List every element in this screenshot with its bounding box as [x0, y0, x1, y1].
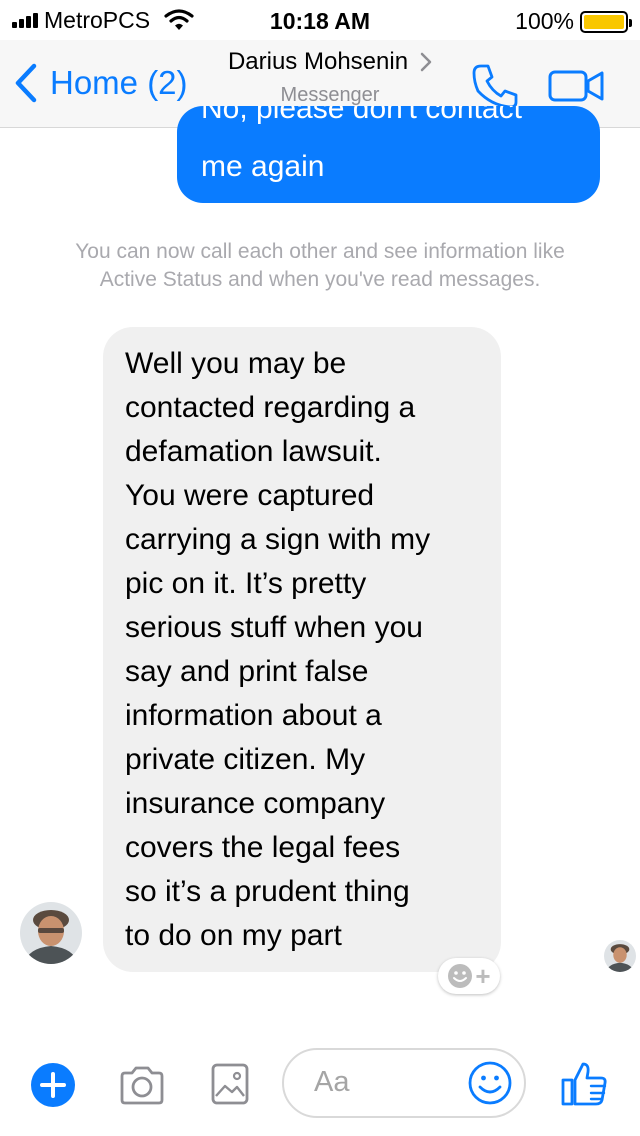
- chevron-right-icon: [420, 52, 432, 72]
- smiley-icon: [448, 964, 473, 988]
- back-button[interactable]: Home (2): [14, 60, 188, 106]
- thumbs-up-icon[interactable]: [560, 1060, 608, 1108]
- incoming-message-bubble[interactable]: Well you may be contacted regarding a de…: [103, 327, 501, 972]
- add-button[interactable]: [30, 1062, 76, 1108]
- add-reaction-button[interactable]: +: [438, 958, 500, 994]
- back-label: Home (2): [50, 64, 188, 101]
- phone-icon[interactable]: [470, 62, 520, 112]
- contact-name: Darius Mohsenin: [227, 48, 409, 75]
- plus-icon: +: [475, 961, 491, 991]
- emoji-button[interactable]: [468, 1061, 512, 1105]
- message-input[interactable]: Aa: [282, 1048, 526, 1118]
- chevron-left-icon: [15, 63, 37, 103]
- read-receipt-avatar: [604, 940, 636, 972]
- status-bar: MetroPCS 10:18 AM 100%: [0, 0, 640, 40]
- system-notice-text: You can now call each other and see info…: [75, 240, 565, 291]
- outgoing-message-text: me again: [201, 150, 325, 183]
- outgoing-message-bubble[interactable]: No, please don't contact me again: [177, 106, 600, 203]
- system-notice: You can now call each other and see info…: [0, 238, 640, 294]
- message-composer: Aa: [0, 1040, 640, 1136]
- sender-photo: [20, 902, 82, 964]
- sender-avatar[interactable]: [20, 902, 82, 964]
- battery-percent: 100%: [515, 8, 574, 34]
- message-input-placeholder: Aa: [314, 1066, 350, 1098]
- outgoing-message-cut-line: No, please don't contact: [201, 106, 522, 125]
- read-receipt-photo: [604, 940, 636, 972]
- incoming-message-text: Well you may be contacted regarding a de…: [125, 347, 431, 952]
- conversation-title[interactable]: Darius Mohsenin Messenger: [200, 48, 460, 107]
- image-icon[interactable]: [210, 1062, 250, 1106]
- video-camera-icon[interactable]: [548, 68, 606, 104]
- camera-icon[interactable]: [118, 1064, 166, 1106]
- conversation-subtitle: Messenger: [280, 84, 380, 106]
- battery-icon: [580, 10, 632, 33]
- battery-status: 100%: [515, 8, 632, 35]
